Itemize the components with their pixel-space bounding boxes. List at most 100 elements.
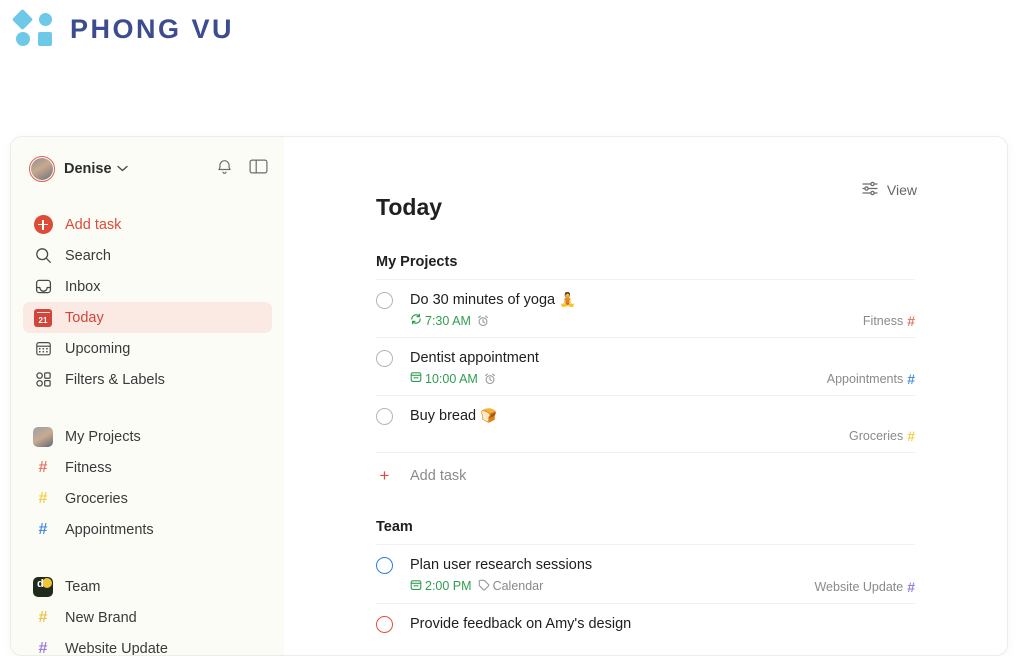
sidebar-item-upcoming[interactable]: Upcoming (23, 333, 272, 364)
sidebar-group-team: Team # New Brand # Website Update (23, 571, 272, 655)
task-project[interactable]: Groceries # (849, 429, 915, 443)
task-time-text: 10:00 AM (425, 371, 478, 386)
sidebar-item-website-update[interactable]: # Website Update (23, 633, 272, 655)
hash-icon: # (38, 639, 48, 655)
sidebar-item-today[interactable]: 21 Today (23, 302, 272, 333)
task-body: Buy bread 🍞 (410, 407, 915, 443)
team-avatar-icon (33, 576, 53, 597)
sidebar-item-new-brand[interactable]: # New Brand (23, 602, 272, 633)
sidebar-item-appointments[interactable]: # Appointments (23, 514, 272, 545)
sidebar-nav: Add task Search Inbox 21 Today Upcoming … (11, 209, 284, 655)
task-project-name: Appointments (826, 372, 904, 387)
page-title: Today (376, 194, 443, 220)
sidebar-group-header-team[interactable]: Team (23, 571, 272, 602)
task-title-wrap: Dentist appointment (410, 349, 915, 367)
task-meta: 7:30 AM (410, 313, 915, 328)
task-row[interactable]: Dentist appointment 10:00 AM Appointment… (376, 337, 915, 395)
task-label-text: Calendar (492, 579, 544, 593)
task-body: Provide feedback on Amy's design (410, 615, 915, 633)
task-project-name: Website Update (814, 579, 904, 594)
plus-icon: + (379, 466, 390, 486)
sidebar-item-search[interactable]: Search (23, 240, 272, 271)
add-task-inline-button[interactable]: + Add task (376, 452, 915, 486)
task-checkbox[interactable] (376, 292, 393, 309)
brand-header: PHONG VU (11, 8, 235, 48)
bell-icon[interactable] (216, 158, 233, 181)
sidebar-group-header-my-projects[interactable]: My Projects (23, 421, 272, 452)
sidebar-item-filters-labels[interactable]: Filters & Labels (23, 364, 272, 395)
task-time-text: 7:30 AM (425, 313, 471, 328)
four-shapes-logo-icon (11, 8, 58, 48)
hash-icon: # (38, 608, 48, 626)
user-name: Denise (64, 161, 112, 177)
sidebar-group-label: Team (65, 578, 101, 595)
task-title: Plan user research sessions (410, 557, 593, 574)
hash-icon: # (907, 371, 915, 388)
logo-square-shape (38, 32, 52, 46)
sidebar-item-label: Groceries (65, 490, 128, 507)
task-section-my-projects: My Projects Do 30 minutes of yoga 🧘 7:30… (376, 254, 915, 486)
hash-icon: # (38, 520, 48, 538)
task-time-text: 2:00 PM (425, 579, 472, 593)
sidebar-item-label: Filters & Labels (65, 371, 165, 388)
task-body: Do 30 minutes of yoga 🧘 7:30 AM (410, 291, 915, 328)
calendar-day-badge: 21 (34, 308, 52, 327)
task-checkbox[interactable] (376, 408, 393, 426)
sidebar-item-groceries[interactable]: # Groceries (23, 483, 272, 514)
inbox-icon (33, 278, 53, 295)
task-title: Buy bread (410, 408, 477, 425)
task-title-wrap: Do 30 minutes of yoga 🧘 (410, 291, 915, 309)
task-title: Do 30 minutes of yoga (410, 292, 556, 308)
task-title: Dentist appointment (410, 350, 539, 367)
sliders-icon (861, 180, 879, 199)
sidebar-item-label: Appointments (65, 521, 154, 538)
sidebar-item-label: Search (65, 247, 111, 264)
view-button[interactable]: View (861, 180, 917, 199)
logo-circle-bottom-left (16, 32, 30, 46)
sidebar-item-fitness[interactable]: # Fitness (23, 452, 272, 483)
calendar-small-icon (410, 579, 422, 594)
hash-icon: # (907, 428, 915, 445)
task-project[interactable]: Fitness # (863, 314, 915, 328)
task-section-team: Team Plan user research sessions 2:00 PM… (376, 519, 915, 641)
task-label[interactable]: Calendar (478, 579, 544, 594)
task-time: 2:00 PM (410, 579, 472, 594)
add-task-label: Add task (410, 468, 467, 485)
task-title-wrap: Provide feedback on Amy's design (410, 615, 915, 633)
sidebar-header-actions (216, 158, 268, 181)
hash-icon: # (907, 578, 915, 595)
task-title-wrap: Plan user research sessions (410, 556, 915, 574)
task-row[interactable]: Provide feedback on Amy's design (376, 602, 915, 642)
user-avatar[interactable] (29, 156, 55, 182)
sidebar-item-label: Upcoming (65, 340, 131, 357)
main-content: View Today My Projects Do 30 minutes of … (284, 137, 1007, 655)
logo-circle-top-right (39, 13, 52, 26)
sidebar-item-add-task[interactable]: Add task (23, 209, 272, 240)
section-title: Team (376, 519, 413, 536)
task-project[interactable]: Website Update # (814, 580, 915, 594)
task-checkbox[interactable] (376, 350, 393, 368)
task-checkbox[interactable] (376, 557, 393, 575)
brand-name: PHONG VU (70, 13, 235, 44)
task-time: 10:00 AM (410, 371, 478, 386)
task-project[interactable]: Appointments # (827, 372, 915, 386)
sidebar-item-label: Inbox (65, 278, 101, 295)
sidebar-panel-icon[interactable] (249, 158, 268, 180)
task-checkbox[interactable] (376, 615, 393, 633)
main-inner: Today My Projects Do 30 minutes of yoga … (284, 194, 1007, 642)
sidebar-item-inbox[interactable]: Inbox (23, 271, 272, 302)
sidebar-item-label: Add task (65, 216, 122, 233)
sidebar-header: Denise (11, 151, 284, 187)
task-row[interactable]: Do 30 minutes of yoga 🧘 7:30 AM Fitness … (376, 279, 915, 337)
task-time: 7:30 AM (410, 313, 471, 328)
task-emoji: 🍞 (480, 408, 497, 424)
task-row[interactable]: Plan user research sessions 2:00 PM Cale… (376, 544, 915, 602)
task-row[interactable]: Buy bread 🍞 Groceries # (376, 395, 915, 452)
calendar-today-icon: 21 (33, 308, 53, 327)
task-emoji: 🧘 (559, 292, 576, 307)
hash-icon: # (907, 313, 915, 330)
chevron-down-icon[interactable] (116, 164, 128, 175)
sidebar-group-my-projects: My Projects # Fitness # Groceries # Appo… (23, 421, 272, 545)
sidebar-item-label: New Brand (65, 609, 137, 626)
task-meta (410, 429, 915, 443)
